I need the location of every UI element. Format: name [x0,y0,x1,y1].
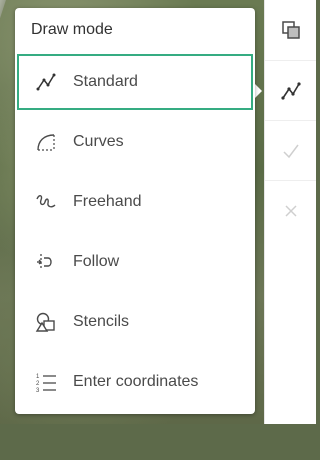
follow-icon [35,251,57,273]
svg-text:2: 2 [36,381,40,387]
svg-text:1: 1 [36,374,40,380]
item-label: Enter coordinates [73,373,199,390]
item-label: Standard [73,73,138,90]
curves-icon [35,131,57,153]
draw-mode-button[interactable] [265,60,316,120]
draw-mode-icon [280,80,302,102]
stencils-icon [35,311,57,333]
draw-mode-item-standard[interactable]: Standard [17,54,253,110]
draw-mode-popover: Draw mode Standard Curves Freehand Follo… [15,8,255,414]
draw-mode-item-freehand[interactable]: Freehand [17,174,253,230]
draw-mode-item-curves[interactable]: Curves [17,114,253,170]
draw-mode-item-enter-coordinates[interactable]: 1 2 3 Enter coordinates [17,354,253,410]
item-label: Freehand [73,193,142,210]
freehand-icon [35,191,57,213]
enter-coordinates-icon: 1 2 3 [35,371,57,393]
item-label: Stencils [73,313,130,330]
copy-button[interactable] [265,0,316,59]
standard-line-icon [35,71,57,93]
complete-button[interactable] [265,120,316,180]
copy-icon [281,20,301,40]
panel-title: Draw mode [31,21,113,38]
cancel-button[interactable] [265,180,316,240]
item-label: Follow [73,253,120,270]
draw-mode-item-stencils[interactable]: Stencils [17,294,253,350]
draw-mode-item-follow[interactable]: Follow [17,234,253,290]
close-icon [284,204,298,218]
item-label: Curves [73,133,124,150]
popover-caret [255,84,262,98]
edit-toolbar [264,0,316,424]
checkmark-icon [282,142,300,160]
svg-text:3: 3 [36,388,40,393]
